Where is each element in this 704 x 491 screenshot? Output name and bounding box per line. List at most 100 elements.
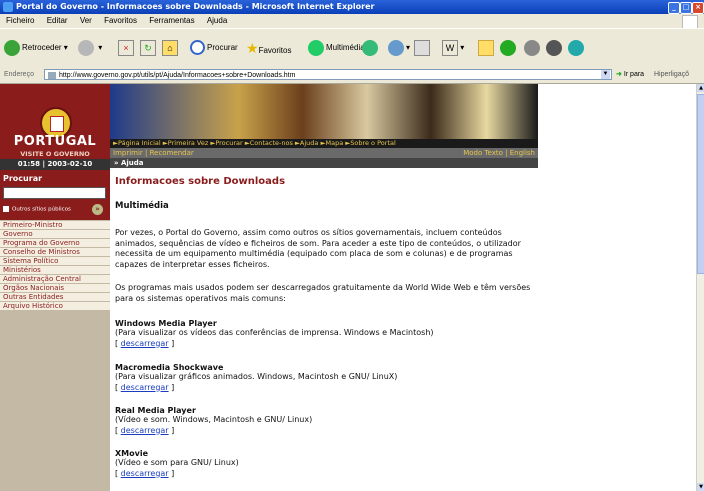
nav-governo[interactable]: Governo [0,230,110,238]
address-label: Endereço [4,71,34,78]
folder-icon [478,39,494,56]
product-name: Macromedia Shockwave [115,363,224,372]
download-link[interactable]: descarregar [121,426,169,435]
visite-subtitle: VISITE O GOVERNO [20,150,90,158]
back-label: Retroceder [22,43,62,52]
checkbox-icon [3,206,9,212]
close-button[interactable]: × [692,2,704,14]
side-nav: Primeiro-Ministro Governo Programa do Go… [0,221,110,311]
media-label: Multimédia [326,43,365,52]
breadcrumb: » Ajuda [110,158,538,168]
nav-orgaos-nacionais[interactable]: Órgãos Nacionais [0,284,110,292]
address-dropdown-icon[interactable]: ▼ [601,70,610,79]
menu-ver[interactable]: Ver [80,16,92,25]
minimize-button[interactable]: _ [668,2,680,14]
download-link[interactable]: descarregar [121,383,169,392]
research-icon [546,39,562,56]
history-icon [362,39,378,56]
portugal-logo: PORTUGAL VISITE O GOVERNO [0,84,110,159]
nav-conselho-de-ministros[interactable]: Conselho de Ministros [0,248,110,256]
intro-paragraph: Por vezes, o Portal do Governo, assim co… [115,228,521,269]
window-titlebar: Portal do Governo - Informacoes sobre Do… [0,0,704,14]
nav-primeiro-ministro[interactable]: Primeiro-Ministro [0,221,110,229]
other-sites-checkbox[interactable]: Outros sítios públicos [3,206,71,213]
messenger-icon [500,39,516,56]
datetime: 01:58 | 2003-02-10 [0,159,110,170]
nav-administracao-central[interactable]: Administração Central [0,275,110,283]
home-button[interactable]: ⌂ [162,38,178,58]
edit-icon: W [442,39,458,56]
research-button[interactable] [546,38,564,58]
product-name: XMovie [115,449,149,458]
download-link[interactable]: descarregar [121,469,169,478]
address-url: http://www.governo.gov.pt/utils/pt/Ajuda… [59,72,296,79]
go-label: Ir para [623,71,645,78]
forward-button[interactable]: ▾ [78,38,102,58]
vertical-scrollbar[interactable]: ▲ ▼ [696,84,704,491]
header-banner-image [110,84,538,139]
refresh-button[interactable]: ↻ [140,38,156,58]
mail-button[interactable]: ▾ [388,38,410,58]
tools-button[interactable] [568,38,586,58]
links-button[interactable]: Hiperligaçõ [654,67,689,83]
product-item: Macromedia Shockwave (Para visualizar gr… [115,363,535,393]
edit-button[interactable]: W ▾ [442,38,464,58]
tools-icon [568,39,584,56]
page-icon [48,72,56,79]
menu-editar[interactable]: Editar [47,16,68,25]
menu-ferramentas[interactable]: Ferramentas [149,16,194,25]
go-arrow-icon: ➜ [616,71,622,78]
go-button[interactable]: ➜ Ir para [616,67,644,83]
back-button[interactable]: Retroceder ▾ [4,38,68,58]
nav-ministerios[interactable]: Ministérios [0,266,110,274]
product-item: XMovie (Vídeo e som para GNU/ Linux) [ d… [115,449,535,479]
home-icon: ⌂ [162,39,178,56]
search-go-button[interactable]: » [92,204,103,215]
page-content: PORTUGAL VISITE O GOVERNO 01:58 | 2003-0… [0,84,696,491]
menu-favoritos[interactable]: Favoritos [104,16,137,25]
scroll-down-icon[interactable]: ▼ [697,483,704,491]
toolbar: Retroceder ▾ ▾ × ↻ ⌂ Procurar ★Favoritos… [0,28,704,68]
stop-button[interactable]: × [118,38,134,58]
address-input[interactable]: http://www.governo.gov.pt/utils/pt/Ajuda… [44,69,612,80]
favorites-button[interactable]: ★Favoritos [246,38,291,58]
menu-bar: Ficheiro Editar Ver Favoritos Ferramenta… [0,14,704,29]
menu-ajuda[interactable]: Ajuda [207,16,227,25]
refresh-icon: ↻ [140,39,156,56]
window-title: Portal do Governo - Informacoes sobre Do… [16,2,375,11]
product-name: Windows Media Player [115,319,217,328]
history-button[interactable] [362,38,380,58]
ie-icon [3,2,13,12]
folder-button[interactable] [478,38,494,58]
search-input[interactable] [3,187,106,199]
windows-logo-icon [682,15,698,29]
top-nav[interactable]: ►Página Inicial ►Primeira Vez ►Procurar … [110,139,538,148]
scroll-thumb[interactable] [697,94,704,274]
media-icon [308,39,324,56]
nav-arquivo-historico[interactable]: Arquivo Histórico [0,302,110,310]
favorites-label: Favoritos [258,46,292,55]
print-button[interactable] [414,38,430,58]
product-desc: (Vídeo e som para GNU/ Linux) [115,458,239,467]
forward-arrow-icon [78,39,94,56]
utility-bar: Imprimir | Recomendar Modo Texto | Engli… [110,148,538,158]
nav-programa-do-governo[interactable]: Programa do Governo [0,239,110,247]
download-link[interactable]: descarregar [121,339,169,348]
text-mode-english-links[interactable]: Modo Texto | English [463,148,535,158]
nav-sistema-politico[interactable]: Sistema Político [0,257,110,265]
product-item: Real Media Player (Vídeo e som. Windows,… [115,406,535,436]
address-bar: Endereço http://www.governo.gov.pt/utils… [0,67,704,84]
discuss-button[interactable] [524,38,542,58]
nav-outras-entidades[interactable]: Outras Entidades [0,293,110,301]
menu-ficheiro[interactable]: Ficheiro [6,16,34,25]
media-button[interactable]: Multimédia [308,38,365,58]
messenger-button[interactable] [500,38,518,58]
search-button[interactable]: Procurar [190,38,238,58]
programs-paragraph: Os programas mais usados podem ser desca… [115,283,531,303]
search-panel: Procurar Outros sítios públicos » [0,170,110,220]
maximize-button[interactable]: □ [680,2,692,14]
print-recommend-links[interactable]: Imprimir | Recomendar [113,148,194,158]
portugal-title: PORTUGAL [13,134,97,149]
product-name: Real Media Player [115,406,196,415]
scroll-up-icon[interactable]: ▲ [697,84,704,92]
